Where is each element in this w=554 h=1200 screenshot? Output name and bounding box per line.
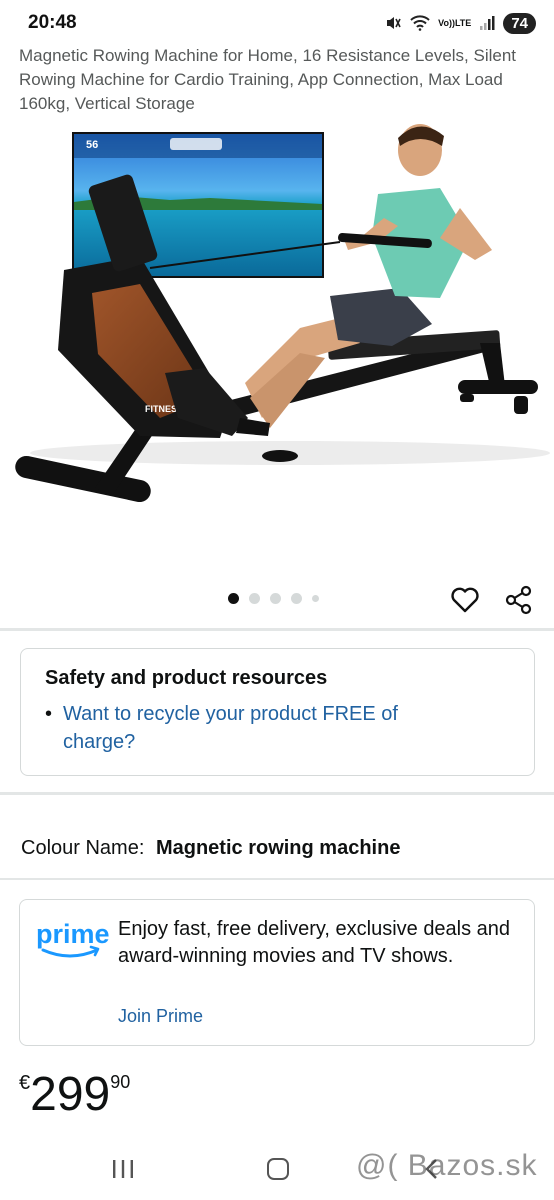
colour-label: Colour Name: xyxy=(21,837,145,859)
system-nav-bar: @( Bazos.sk xyxy=(0,1145,554,1200)
safety-title: Safety and product resources xyxy=(45,667,328,689)
product-title[interactable]: Magnetic Rowing Machine for Home, 16 Res… xyxy=(19,44,539,116)
divider xyxy=(0,792,554,795)
safety-list-item: • Want to recycle your product FREE of c… xyxy=(45,700,510,756)
rowing-machine-illustration: 56 FITNESS xyxy=(15,124,550,503)
share-icon[interactable] xyxy=(503,584,535,616)
colour-row: Colour Name: Magnetic rowing machine xyxy=(21,837,400,860)
prime-card[interactable]: prime Enjoy fast, free delivery, exclusi… xyxy=(19,899,535,1046)
wifi-icon xyxy=(410,15,430,31)
price-currency: € xyxy=(19,1072,31,1094)
status-icons: Vo)) LTE 74 xyxy=(384,12,536,34)
volte-label-top: Vo)) xyxy=(438,17,455,28)
recycle-link[interactable]: Want to recycle your product FREE of cha… xyxy=(63,700,463,756)
volte-label-bottom: LTE xyxy=(454,17,472,28)
divider xyxy=(0,878,554,880)
status-time: 20:48 xyxy=(28,12,77,33)
signal-icon xyxy=(479,15,495,31)
safety-resources-card: Safety and product resources • Want to r… xyxy=(20,648,535,776)
mute-icon xyxy=(384,14,402,32)
price-whole: 299 xyxy=(30,1068,111,1121)
prime-logo: prime xyxy=(35,916,110,964)
divider xyxy=(0,628,554,631)
home-icon[interactable] xyxy=(267,1158,289,1180)
carousel-dot-4[interactable] xyxy=(291,593,302,604)
carousel-dot-3[interactable] xyxy=(270,593,281,604)
prime-description: Enjoy fast, free delivery, exclusive dea… xyxy=(118,918,511,967)
watermark: @( Bazos.sk xyxy=(356,1149,538,1182)
prime-logo-text: prime xyxy=(36,919,109,949)
status-bar: 20:48 Vo)) LTE 74 xyxy=(0,0,554,46)
colour-value: Magnetic rowing machine xyxy=(155,837,401,859)
carousel-dot-1[interactable] xyxy=(228,593,239,604)
carousel-dot-2[interactable] xyxy=(249,593,260,604)
wishlist-heart-icon[interactable] xyxy=(449,584,481,616)
recents-icon[interactable] xyxy=(111,1159,135,1179)
product-image[interactable]: 56 FITNESS xyxy=(0,118,554,558)
join-prime-link[interactable]: Join Prime xyxy=(118,1006,203,1027)
price-fraction: 90 xyxy=(110,1072,131,1092)
bullet-icon: • xyxy=(45,703,53,725)
screen-number: 56 xyxy=(86,139,98,151)
battery-icon: 74 xyxy=(503,12,536,34)
volte-icon: Vo)) LTE xyxy=(438,17,472,28)
price: € 299 90 xyxy=(19,1068,130,1122)
carousel-dot-5[interactable] xyxy=(312,595,319,602)
carousel-dots[interactable] xyxy=(228,593,319,604)
